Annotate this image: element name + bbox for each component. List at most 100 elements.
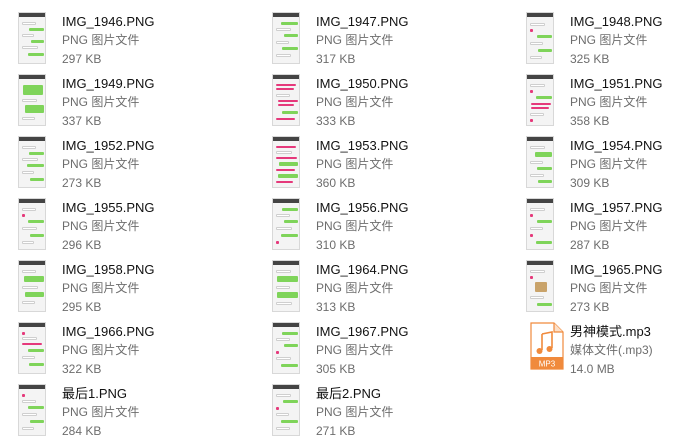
file-name: IMG_1967.PNG [316, 324, 409, 339]
file-size: 310 KB [316, 238, 356, 252]
file-name: IMG_1955.PNG [62, 200, 155, 215]
image-thumbnail-icon [526, 12, 554, 64]
image-thumbnail-icon [18, 74, 46, 126]
mp3-file-icon: MP3 [530, 322, 564, 370]
image-thumbnail-icon [18, 260, 46, 312]
image-thumbnail-icon [272, 384, 300, 436]
file-name: IMG_1948.PNG [570, 14, 663, 29]
file-name: IMG_1954.PNG [570, 138, 663, 153]
file-name: 最后2.PNG [316, 386, 382, 401]
file-size: 358 KB [570, 114, 610, 128]
image-thumbnail-icon [526, 260, 554, 312]
file-item[interactable]: IMG_1953.PNG PNG 图片文件 360 KB [268, 136, 508, 194]
file-size: 333 KB [316, 114, 356, 128]
file-size: 309 KB [570, 176, 610, 190]
file-name: IMG_1951.PNG [570, 76, 663, 91]
file-item[interactable]: IMG_1964.PNG PNG 图片文件 313 KB [268, 260, 508, 318]
file-type: 媒体文件(.mp3) [570, 343, 653, 357]
file-size: 273 KB [62, 176, 102, 190]
file-type: PNG 图片文件 [316, 405, 394, 419]
image-thumbnail-icon [526, 136, 554, 188]
file-size: 271 KB [316, 424, 356, 438]
file-name: IMG_1949.PNG [62, 76, 155, 91]
file-item[interactable]: IMG_1946.PNG PNG 图片文件 297 KB [14, 12, 254, 70]
file-size: 322 KB [62, 362, 102, 376]
image-thumbnail-icon [18, 384, 46, 436]
file-size: 325 KB [570, 52, 610, 66]
file-item[interactable]: IMG_1965.PNG PNG 图片文件 273 KB [522, 260, 677, 318]
file-item[interactable]: IMG_1947.PNG PNG 图片文件 317 KB [268, 12, 508, 70]
file-name: IMG_1966.PNG [62, 324, 155, 339]
image-thumbnail-icon [18, 12, 46, 64]
file-item[interactable]: IMG_1948.PNG PNG 图片文件 325 KB [522, 12, 677, 70]
file-item[interactable]: 最后1.PNG PNG 图片文件 284 KB [14, 384, 254, 442]
file-name: IMG_1946.PNG [62, 14, 155, 29]
image-thumbnail-icon [272, 12, 300, 64]
file-name: 男神模式.mp3 [570, 324, 651, 339]
file-size: 337 KB [62, 114, 102, 128]
file-size: 360 KB [316, 176, 356, 190]
file-type: PNG 图片文件 [316, 33, 394, 47]
file-type: PNG 图片文件 [62, 281, 140, 295]
image-thumbnail-icon [18, 198, 46, 250]
file-size: 317 KB [316, 52, 356, 66]
file-name: IMG_1958.PNG [62, 262, 155, 277]
file-type: PNG 图片文件 [316, 281, 394, 295]
file-item[interactable]: MP3 男神模式.mp3 媒体文件(.mp3) 14.0 MB [522, 322, 677, 380]
file-type: PNG 图片文件 [570, 281, 648, 295]
file-type: PNG 图片文件 [316, 343, 394, 357]
file-size: 14.0 MB [570, 362, 615, 376]
file-type: PNG 图片文件 [316, 157, 394, 171]
file-name: IMG_1947.PNG [316, 14, 409, 29]
file-type: PNG 图片文件 [570, 157, 648, 171]
file-size: 296 KB [62, 238, 102, 252]
file-name: IMG_1950.PNG [316, 76, 409, 91]
file-size: 295 KB [62, 300, 102, 314]
file-size: 313 KB [316, 300, 356, 314]
file-item[interactable]: IMG_1949.PNG PNG 图片文件 337 KB [14, 74, 254, 132]
file-type: PNG 图片文件 [62, 219, 140, 233]
file-item[interactable]: IMG_1957.PNG PNG 图片文件 287 KB [522, 198, 677, 256]
file-size: 284 KB [62, 424, 102, 438]
image-thumbnail-icon [272, 74, 300, 126]
file-item[interactable]: IMG_1950.PNG PNG 图片文件 333 KB [268, 74, 508, 132]
file-size: 297 KB [62, 52, 102, 66]
file-item[interactable]: IMG_1955.PNG PNG 图片文件 296 KB [14, 198, 254, 256]
image-thumbnail-icon [272, 322, 300, 374]
file-item[interactable]: IMG_1956.PNG PNG 图片文件 310 KB [268, 198, 508, 256]
file-name: IMG_1964.PNG [316, 262, 409, 277]
file-name: IMG_1957.PNG [570, 200, 663, 215]
file-item[interactable]: IMG_1951.PNG PNG 图片文件 358 KB [522, 74, 677, 132]
image-thumbnail-icon [526, 74, 554, 126]
file-type: PNG 图片文件 [62, 33, 140, 47]
file-item[interactable]: IMG_1958.PNG PNG 图片文件 295 KB [14, 260, 254, 318]
file-item[interactable]: IMG_1967.PNG PNG 图片文件 305 KB [268, 322, 508, 380]
mp3-badge-label: MP3 [539, 360, 556, 369]
file-type: PNG 图片文件 [570, 95, 648, 109]
file-name: IMG_1956.PNG [316, 200, 409, 215]
file-item[interactable]: 最后2.PNG PNG 图片文件 271 KB [268, 384, 508, 442]
file-name: IMG_1952.PNG [62, 138, 155, 153]
file-type: PNG 图片文件 [62, 95, 140, 109]
file-name: IMG_1965.PNG [570, 262, 663, 277]
file-size: 305 KB [316, 362, 356, 376]
file-name: IMG_1953.PNG [316, 138, 409, 153]
image-thumbnail-icon [18, 322, 46, 374]
image-thumbnail-icon [18, 136, 46, 188]
file-type: PNG 图片文件 [570, 219, 648, 233]
file-type: PNG 图片文件 [316, 219, 394, 233]
file-type: PNG 图片文件 [316, 95, 394, 109]
file-type: PNG 图片文件 [62, 343, 140, 357]
file-item[interactable]: IMG_1966.PNG PNG 图片文件 322 KB [14, 322, 254, 380]
image-thumbnail-icon [272, 260, 300, 312]
image-thumbnail-icon [272, 136, 300, 188]
file-size: 273 KB [570, 300, 610, 314]
file-name: 最后1.PNG [62, 386, 128, 401]
file-item[interactable]: IMG_1952.PNG PNG 图片文件 273 KB [14, 136, 254, 194]
file-item[interactable]: IMG_1954.PNG PNG 图片文件 309 KB [522, 136, 677, 194]
image-thumbnail-icon [526, 198, 554, 250]
file-type: PNG 图片文件 [62, 405, 140, 419]
image-thumbnail-icon [272, 198, 300, 250]
file-size: 287 KB [570, 238, 610, 252]
file-type: PNG 图片文件 [570, 33, 648, 47]
